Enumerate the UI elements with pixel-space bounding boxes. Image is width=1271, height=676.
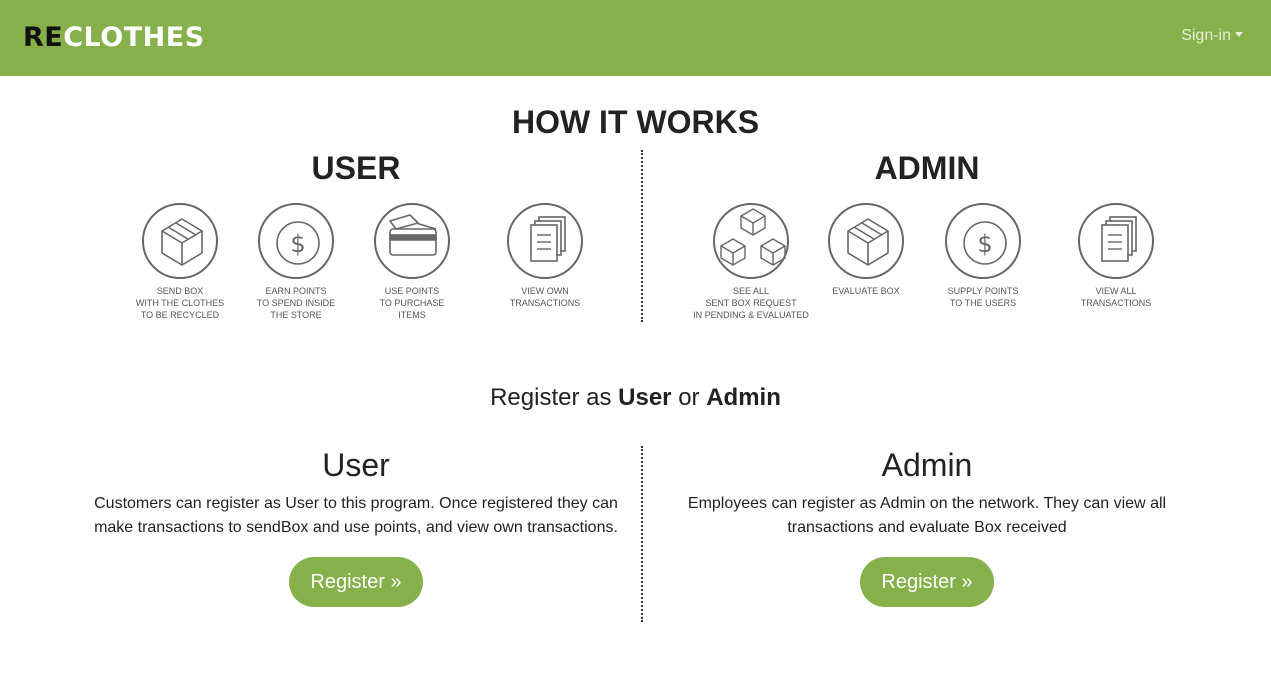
user-step-view-transactions-caption: VIEW OWN TRANSACTIONS <box>509 286 581 308</box>
box-icon <box>828 203 904 279</box>
user-panel-title: User <box>322 447 390 483</box>
register-heading: Register as User or Admin <box>0 384 1271 412</box>
user-step-send-box-caption: SEND BOX WITH THE CLOTHES TO BE RECYCLED <box>135 286 225 320</box>
user-register-panel: User Customers can register as User to t… <box>86 446 626 607</box>
admin-step-evaluate-box-caption: EVALUATE BOX <box>832 286 900 296</box>
user-step-earn-points: $ EARN POINTS TO SPEND INSIDE THE STORE <box>231 203 361 321</box>
register-heading-user: User <box>618 384 672 411</box>
admin-step-view-all-transactions-caption: VIEW ALL TRANSACTIONS <box>1080 286 1152 308</box>
dollar-icon: $ <box>945 203 1021 279</box>
admin-register-button[interactable]: Register » <box>860 557 994 607</box>
brand-logo-clothes: CLOTHES <box>63 22 205 53</box>
user-step-view-transactions: VIEW OWN TRANSACTIONS <box>480 203 610 309</box>
register-divider <box>641 446 643 622</box>
brand-logo-re: RE <box>23 22 64 53</box>
admin-register-panel: Admin Employees can register as Admin on… <box>674 446 1180 607</box>
user-step-use-points-caption: USE POINTS TO PURCHASE ITEMS <box>379 286 445 320</box>
admin-panel-title: Admin <box>881 447 973 483</box>
user-step-earn-points-caption: EARN POINTS TO SPEND INSIDE THE STORE <box>256 286 336 320</box>
admin-step-view-all-transactions: VIEW ALL TRANSACTIONS <box>1051 203 1181 309</box>
register-heading-prefix: Register as <box>490 384 619 411</box>
caret-down-icon <box>1235 32 1243 37</box>
user-register-button[interactable]: Register » <box>289 557 423 607</box>
signin-label: Sign-in <box>1181 27 1231 44</box>
admin-panel-text: Employees can register as Admin on the n… <box>687 495 1167 536</box>
admin-step-evaluate-box: EVALUATE BOX <box>801 203 931 297</box>
how-it-works-title: HOW IT WORKS <box>511 104 760 140</box>
admin-column-title: ADMIN <box>874 150 980 186</box>
brand-logo[interactable]: RECLOTHES <box>23 22 205 54</box>
admin-step-see-all-boxes: SEE ALL SENT BOX REQUEST IN PENDING & EV… <box>686 203 816 321</box>
user-step-send-box: SEND BOX WITH THE CLOTHES TO BE RECYCLED <box>115 203 245 321</box>
admin-step-supply-points: $ SUPPLY POINTS TO THE USERS <box>918 203 1048 309</box>
dollar-icon: $ <box>258 203 334 279</box>
how-it-works-divider <box>641 150 643 322</box>
register-heading-or: or <box>671 384 707 411</box>
navbar: RECLOTHES Sign-in <box>0 0 1271 76</box>
boxes-icon <box>713 203 789 279</box>
user-column-title: USER <box>311 150 401 186</box>
svg-text:$: $ <box>290 230 305 258</box>
user-step-use-points: USE POINTS TO PURCHASE ITEMS <box>347 203 477 321</box>
documents-icon <box>1078 203 1154 279</box>
signin-dropdown[interactable]: Sign-in <box>1181 27 1243 45</box>
admin-step-see-all-boxes-caption: SEE ALL SENT BOX REQUEST IN PENDING & EV… <box>693 286 809 320</box>
card-icon <box>374 203 450 279</box>
register-heading-admin: Admin <box>706 384 781 411</box>
admin-step-supply-points-caption: SUPPLY POINTS TO THE USERS <box>947 286 1019 308</box>
box-icon <box>142 203 218 279</box>
documents-icon <box>507 203 583 279</box>
svg-text:$: $ <box>977 230 992 258</box>
user-panel-text: Customers can register as User to this p… <box>94 495 618 536</box>
